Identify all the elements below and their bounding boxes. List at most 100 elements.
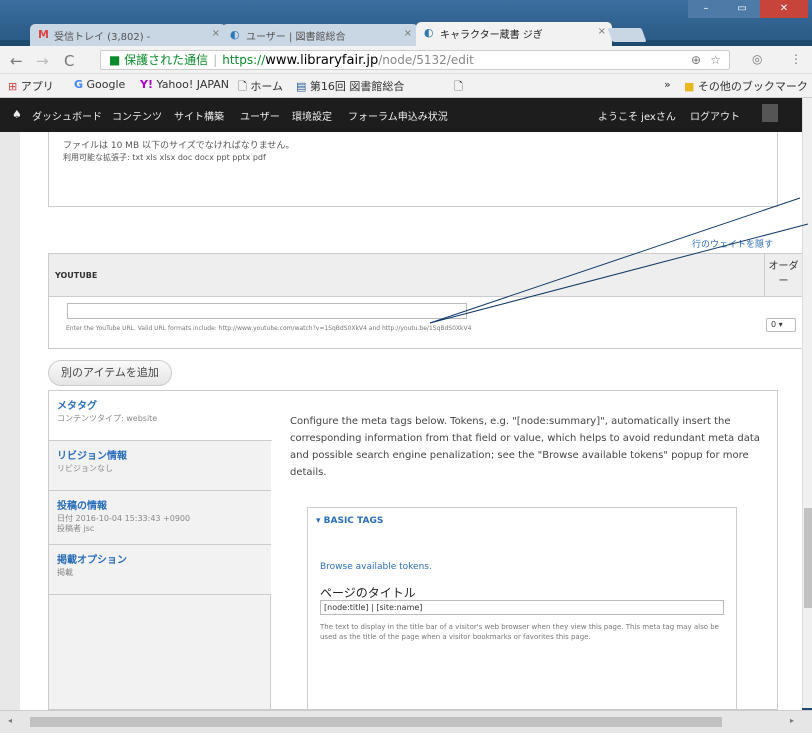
drupal-icon: ◐ [230,28,240,41]
url-bar[interactable]: ■ 保護された通信 | https://www.libraryfair.jp/nod… [100,50,730,70]
close-tab-icon[interactable]: × [404,28,412,39]
bookmark-label: Google [86,78,126,91]
drupal-icon: ◐ [424,26,434,39]
vertical-tab-list: メタタグ コンテンツタイプ: website リビジョン情報 リビジョンなし 投… [49,391,272,709]
weight-value: 0 [771,320,777,329]
admin-menu-dashboard[interactable]: ダッシュボード [32,108,102,123]
file-upload-fieldset: ファイルは 10 MB 以下のサイズでなければなりません。 利用可能な拡張子: … [48,132,778,207]
forward-arrow-icon[interactable]: → [36,52,49,70]
vertical-tab-metatags[interactable]: メタタグ コンテンツタイプ: website [49,391,272,441]
page-icon: 🗋 [454,80,463,93]
close-tab-icon[interactable]: × [212,28,220,39]
vertical-tab-authoring[interactable]: 投稿の情報 日付 2016-10-04 15:33:43 +0900 投稿者 j… [49,491,271,545]
page-title-input[interactable]: [node:title] | [site:name] [320,600,724,615]
youtube-url-input[interactable] [67,303,467,319]
dropdown-arrow-icon: ▾ [778,320,783,329]
bookmark-star-icon[interactable]: ☆ [710,51,721,69]
admin-menu-structure[interactable]: サイト構築 [174,108,224,123]
home-icon[interactable]: ♠ [12,108,22,121]
apps-grid-icon: ⊞ [8,80,18,93]
shortcuts-toggle-button[interactable] [762,104,778,122]
back-arrow-icon[interactable]: ← [10,52,23,70]
vertical-tab-summary: 日付 2016-10-04 15:33:43 +0900 投稿者 jsc [57,514,191,533]
order-column-header: オーダー [764,254,802,297]
google-icon: G [74,78,84,91]
close-tab-icon[interactable]: × [598,26,606,37]
logout-link[interactable]: ログアウト [690,108,740,123]
address-toolbar: ← → C ■ 保護された通信 | https://www.libraryfair.… [0,46,812,74]
bookmark-home[interactable]: 🗋 ホーム [238,78,283,97]
new-tab-button[interactable] [607,28,647,42]
vertical-tab-summary: 掲載 [57,568,73,577]
basic-tags-legend[interactable]: ▾ BASIC TAGS [316,516,383,526]
metatags-pane: Configure the meta tags below. Tokens, e… [290,413,760,481]
tab-title: 受信トレイ (3,802) - [54,32,151,43]
file-size-note: ファイルは 10 MB 以下のサイズでなければなりません。 [63,141,295,151]
admin-menu-users[interactable]: ユーザー [240,108,280,123]
hide-row-weights-link[interactable]: 行のウェイトを隠す [692,237,773,250]
vertical-tab-title: 掲載オプション [57,555,127,566]
admin-menu-forum-status[interactable]: フォーラム申込み状況 [348,108,448,123]
vertical-tab-publishing[interactable]: 掲載オプション 掲載 [49,545,271,595]
bookmark-libraryfair[interactable]: ▤ 第16回 図書館総合 [296,78,404,94]
weight-select[interactable]: 0 ▾ [766,318,796,332]
zoom-icon[interactable]: ⊕ [691,51,701,69]
bookmark-yahoo[interactable]: Y! Yahoo! JAPAN [140,78,229,91]
admin-toolbar: ♠ ダッシュボード コンテンツ サイト構築 ユーザー 環境設定 フォーラム申込み… [0,98,802,132]
youtube-table-header: YOUTUBE オーダー [49,254,802,297]
url-scheme: https:// [222,53,266,67]
page-title-label: ページのタイトル [320,586,416,600]
bookmark-apps[interactable]: ⊞ アプリ [8,78,54,94]
browser-tab-users[interactable]: ◐ ユーザー | 図書館総合 × [222,24,418,46]
youtube-field-title: YOUTUBE [55,271,98,280]
bookmarks-bar: ⊞ アプリ G Google Y! Yahoo! JAPAN 🗋 ホーム ▤ 第… [0,74,812,98]
metatags-description: Configure the meta tags below. Tokens, e… [290,416,760,478]
vertical-tab-revision[interactable]: リビジョン情報 リビジョンなし [49,441,271,491]
tab-title: ユーザー | 図書館総合 [246,32,346,43]
page-left-gutter [0,132,20,710]
bookmark-page[interactable]: 🗋 [454,78,463,97]
node-edit-page: ファイルは 10 MB 以下のサイズでなければなりません。 利用可能な拡張子: … [20,132,802,710]
file-types-note: 利用可能な拡張子: txt xls xlsx doc docx ppt pptx… [63,153,266,162]
horizontal-scrollbar[interactable]: ◂ ▸ [0,710,812,733]
scroll-left-icon[interactable]: ◂ [8,716,12,725]
bookmarks-overflow-button[interactable]: » [664,78,671,91]
menu-kebab-icon[interactable]: ⋮ [790,52,802,66]
basic-tags-fieldset: ▾ BASIC TAGS Browse available tokens. ペー… [307,507,737,710]
welcome-text: ようこそ jexさん [598,112,676,123]
browser-tab-active[interactable]: ◐ キャラクター蔵書 ジぎ × [416,22,612,46]
browse-tokens-link[interactable]: Browse available tokens. [320,562,432,572]
scroll-right-icon[interactable]: ▸ [790,716,794,725]
add-another-item-button[interactable]: 別のアイテムを追加 [48,360,172,386]
vertical-tab-summary: リビジョンなし [57,464,113,473]
yahoo-icon: Y! [140,78,153,91]
other-bookmarks[interactable]: ■ その他のブックマーク [684,78,808,94]
youtube-field-table: YOUTUBE オーダー Enter the YouTube URL. Vali… [48,253,802,349]
page-title-help: The text to display in the title bar of … [320,623,719,641]
admin-menu-config[interactable]: 環境設定 [292,108,332,123]
vertical-scrollbar-thumb[interactable] [804,508,812,608]
maximize-window-button[interactable]: ▭ [724,0,760,18]
vertical-tab-summary: コンテンツタイプ: website [57,414,158,423]
page-icon: 🗋 [238,80,247,93]
vertical-tabs: メタタグ コンテンツタイプ: website リビジョン情報 リビジョンなし 投… [48,390,778,710]
tab-title: キャラクター蔵書 ジぎ [440,30,543,41]
bookmark-label: ホーム [250,80,284,93]
url-path: /node/5132/edit [378,53,474,67]
extension-icon[interactable]: ◎ [752,52,762,66]
libraryfair-icon: ▤ [296,80,307,93]
browser-tabstrip: M 受信トレイ (3,802) - × ◐ ユーザー | 図書館総合 × ◐ キ… [0,0,812,46]
minimize-window-button[interactable]: – [688,0,724,18]
horizontal-scrollbar-thumb[interactable] [30,717,722,727]
close-window-button[interactable]: ✕ [760,0,808,18]
browser-tab-gmail[interactable]: M 受信トレイ (3,802) - × [30,24,226,46]
folder-icon: ■ [684,80,695,93]
vertical-scrollbar[interactable] [802,98,812,708]
youtube-help-text: Enter the YouTube URL. Valid URL formats… [66,325,472,332]
bookmark-google[interactable]: G Google [74,78,125,91]
reload-icon[interactable]: C [64,52,74,70]
bookmark-label: Yahoo! JAPAN [156,78,230,91]
lock-icon: ■ [109,53,121,67]
bookmark-label: 第16回 図書館総合 [309,80,405,93]
admin-menu-content[interactable]: コンテンツ [112,108,162,123]
